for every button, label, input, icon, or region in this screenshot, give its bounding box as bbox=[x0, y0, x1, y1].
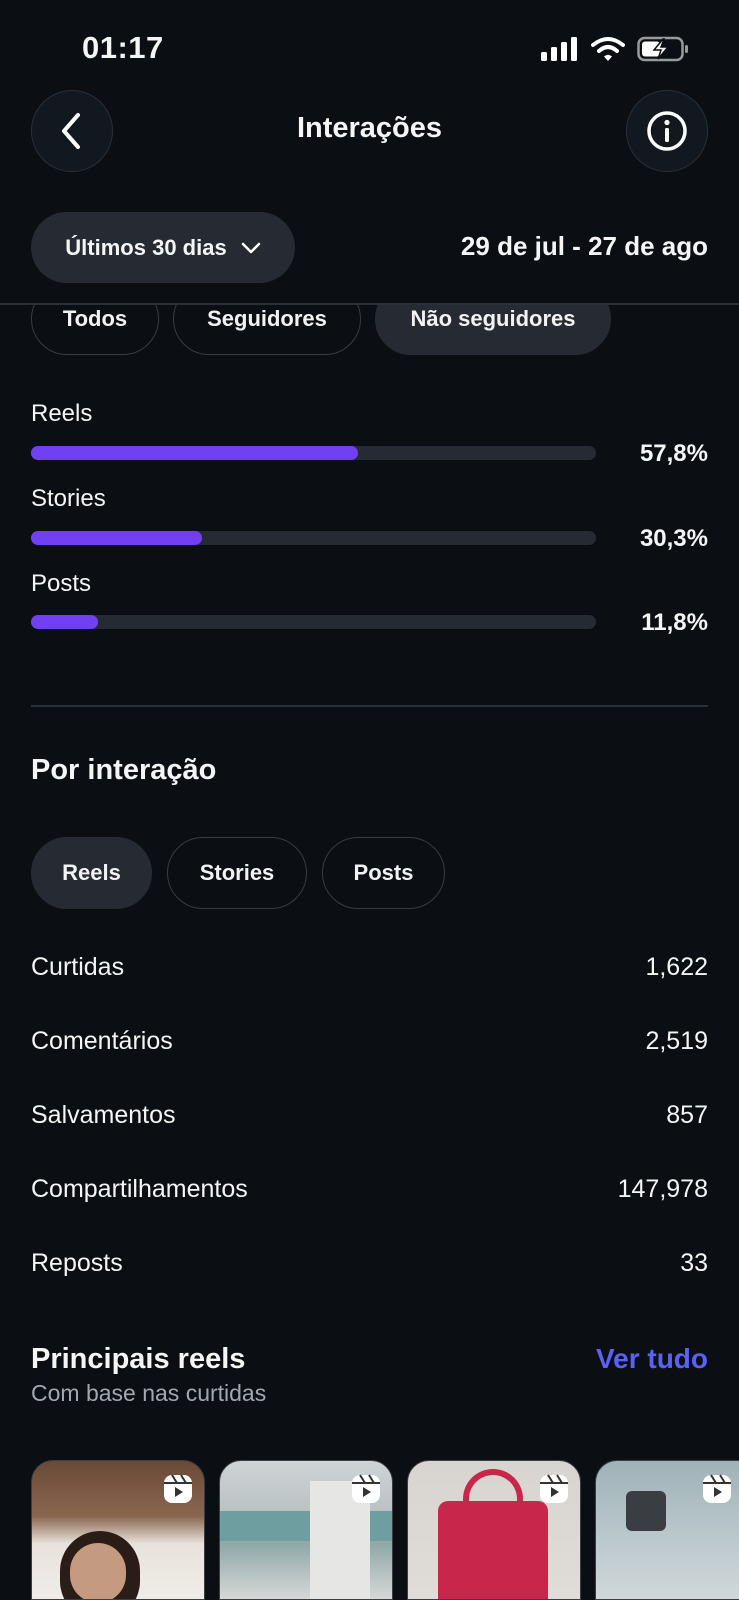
reels-icon bbox=[540, 1474, 568, 1503]
metric-row: Curtidas 1,622 bbox=[31, 953, 708, 982]
header-divider-overlay bbox=[0, 303, 739, 305]
section-title-top-reels: Principais reels bbox=[31, 1343, 246, 1375]
metric-value: 2,519 bbox=[645, 1027, 708, 1055]
bar-fill bbox=[31, 531, 203, 545]
info-icon bbox=[647, 111, 687, 151]
thumbnail-object bbox=[626, 1491, 666, 1531]
metric-label: Comentários bbox=[31, 1027, 173, 1055]
tab-stories[interactable]: Stories bbox=[167, 837, 307, 909]
reels-icon bbox=[352, 1474, 380, 1503]
thumbnail-face bbox=[70, 1543, 126, 1599]
thumbnail-bag-handle bbox=[463, 1469, 523, 1514]
metric-row: Reposts 33 bbox=[31, 1249, 708, 1278]
tab-label: Posts bbox=[353, 860, 414, 885]
metric-value: 1,622 bbox=[645, 953, 708, 981]
date-range: 29 de jul - 27 de ago bbox=[460, 231, 708, 261]
breakdown-value-posts: 11,8% bbox=[641, 609, 708, 636]
reel-thumbnail[interactable] bbox=[595, 1460, 739, 1600]
metric-row: Comentários 2,519 bbox=[31, 1027, 708, 1056]
reel-thumbnail[interactable] bbox=[31, 1460, 205, 1600]
tab-label: Não seguidores bbox=[410, 306, 576, 331]
status-time: 01:17 bbox=[82, 30, 164, 65]
tab-reels[interactable]: Reels bbox=[31, 837, 152, 909]
thumbnail-bag bbox=[438, 1501, 548, 1599]
bar-fill bbox=[31, 615, 98, 629]
breakdown-bar-stories bbox=[31, 531, 596, 545]
metric-label: Curtidas bbox=[31, 953, 125, 981]
breakdown-value-stories: 30,3% bbox=[639, 525, 708, 552]
see-all-link[interactable]: Ver tudo bbox=[596, 1343, 708, 1375]
bar-fill bbox=[31, 446, 358, 460]
tab-label: Reels bbox=[62, 860, 121, 885]
period-dropdown[interactable]: Últimos 30 dias bbox=[31, 212, 295, 283]
status-bar: 01:17 bbox=[0, 0, 739, 100]
breakdown-value-reels: 57,8% bbox=[639, 440, 708, 467]
metric-label: Reposts bbox=[31, 1249, 123, 1277]
wifi-icon bbox=[591, 37, 625, 61]
reels-icon bbox=[164, 1474, 192, 1503]
metric-row: Salvamentos 857 bbox=[31, 1101, 708, 1130]
breakdown-label-reels: Reels bbox=[31, 400, 93, 427]
reel-thumbnail[interactable] bbox=[407, 1460, 581, 1600]
top-reels-subtitle: Com base nas curtidas bbox=[31, 1380, 267, 1406]
info-button[interactable] bbox=[626, 90, 708, 172]
metric-value: 33 bbox=[680, 1249, 708, 1277]
section-divider bbox=[31, 705, 708, 707]
breakdown-bar-reels bbox=[31, 446, 596, 460]
metric-value: 857 bbox=[666, 1101, 708, 1129]
breakdown-label-stories: Stories bbox=[31, 485, 106, 512]
signal-icon bbox=[541, 37, 577, 61]
tab-label: Todos bbox=[62, 306, 128, 331]
period-label: Últimos 30 dias bbox=[65, 234, 227, 260]
reels-icon bbox=[703, 1474, 731, 1503]
metric-value: 147,978 bbox=[617, 1175, 708, 1203]
section-title-by-interaction: Por interação bbox=[31, 754, 217, 786]
breakdown-bar-posts bbox=[31, 615, 596, 629]
tab-posts[interactable]: Posts bbox=[322, 837, 445, 909]
metric-label: Compartilhamentos bbox=[31, 1175, 248, 1203]
metric-label: Salvamentos bbox=[31, 1101, 176, 1129]
reel-thumbnail[interactable] bbox=[219, 1460, 393, 1600]
tab-label: Seguidores bbox=[207, 306, 327, 331]
battery-charging-icon bbox=[637, 36, 688, 62]
chevron-down-icon bbox=[241, 242, 260, 253]
metric-row: Compartilhamentos 147,978 bbox=[31, 1175, 708, 1204]
tab-label: Stories bbox=[199, 860, 275, 885]
scroll-clip bbox=[0, 283, 739, 303]
breakdown-label-posts: Posts bbox=[31, 570, 92, 597]
status-icons bbox=[541, 36, 689, 62]
